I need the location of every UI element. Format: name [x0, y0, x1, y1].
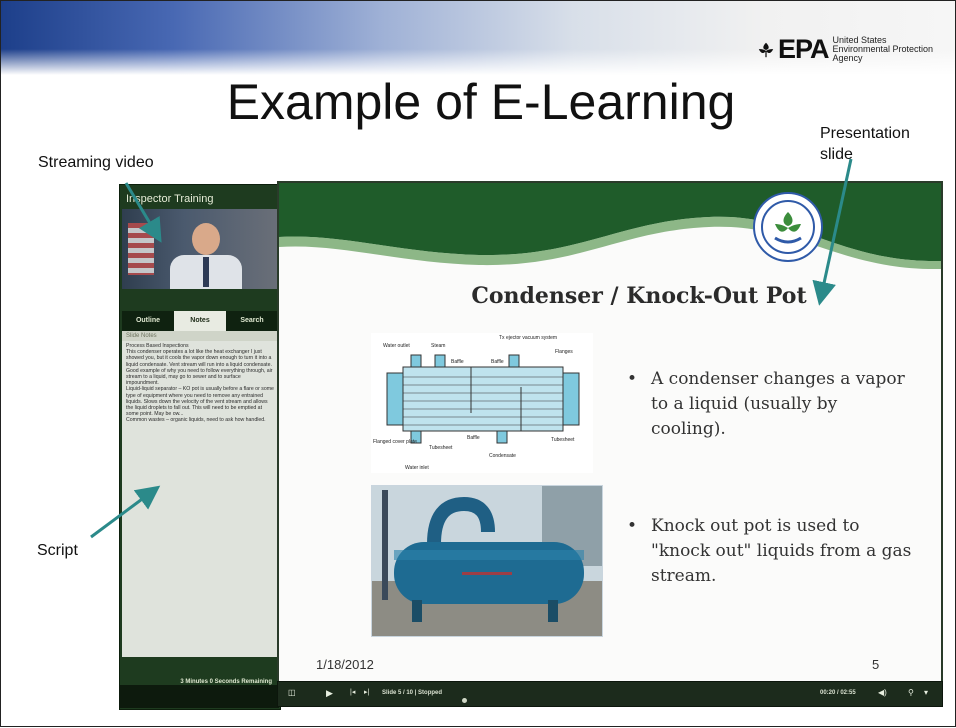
annotation-arrows: [90, 158, 853, 539]
slide-frame: EPA United States Environmental Protecti…: [0, 0, 956, 727]
arrow-to-slide: [812, 158, 853, 306]
arrow-to-video: [124, 182, 162, 243]
arrow-to-script: [90, 485, 161, 539]
